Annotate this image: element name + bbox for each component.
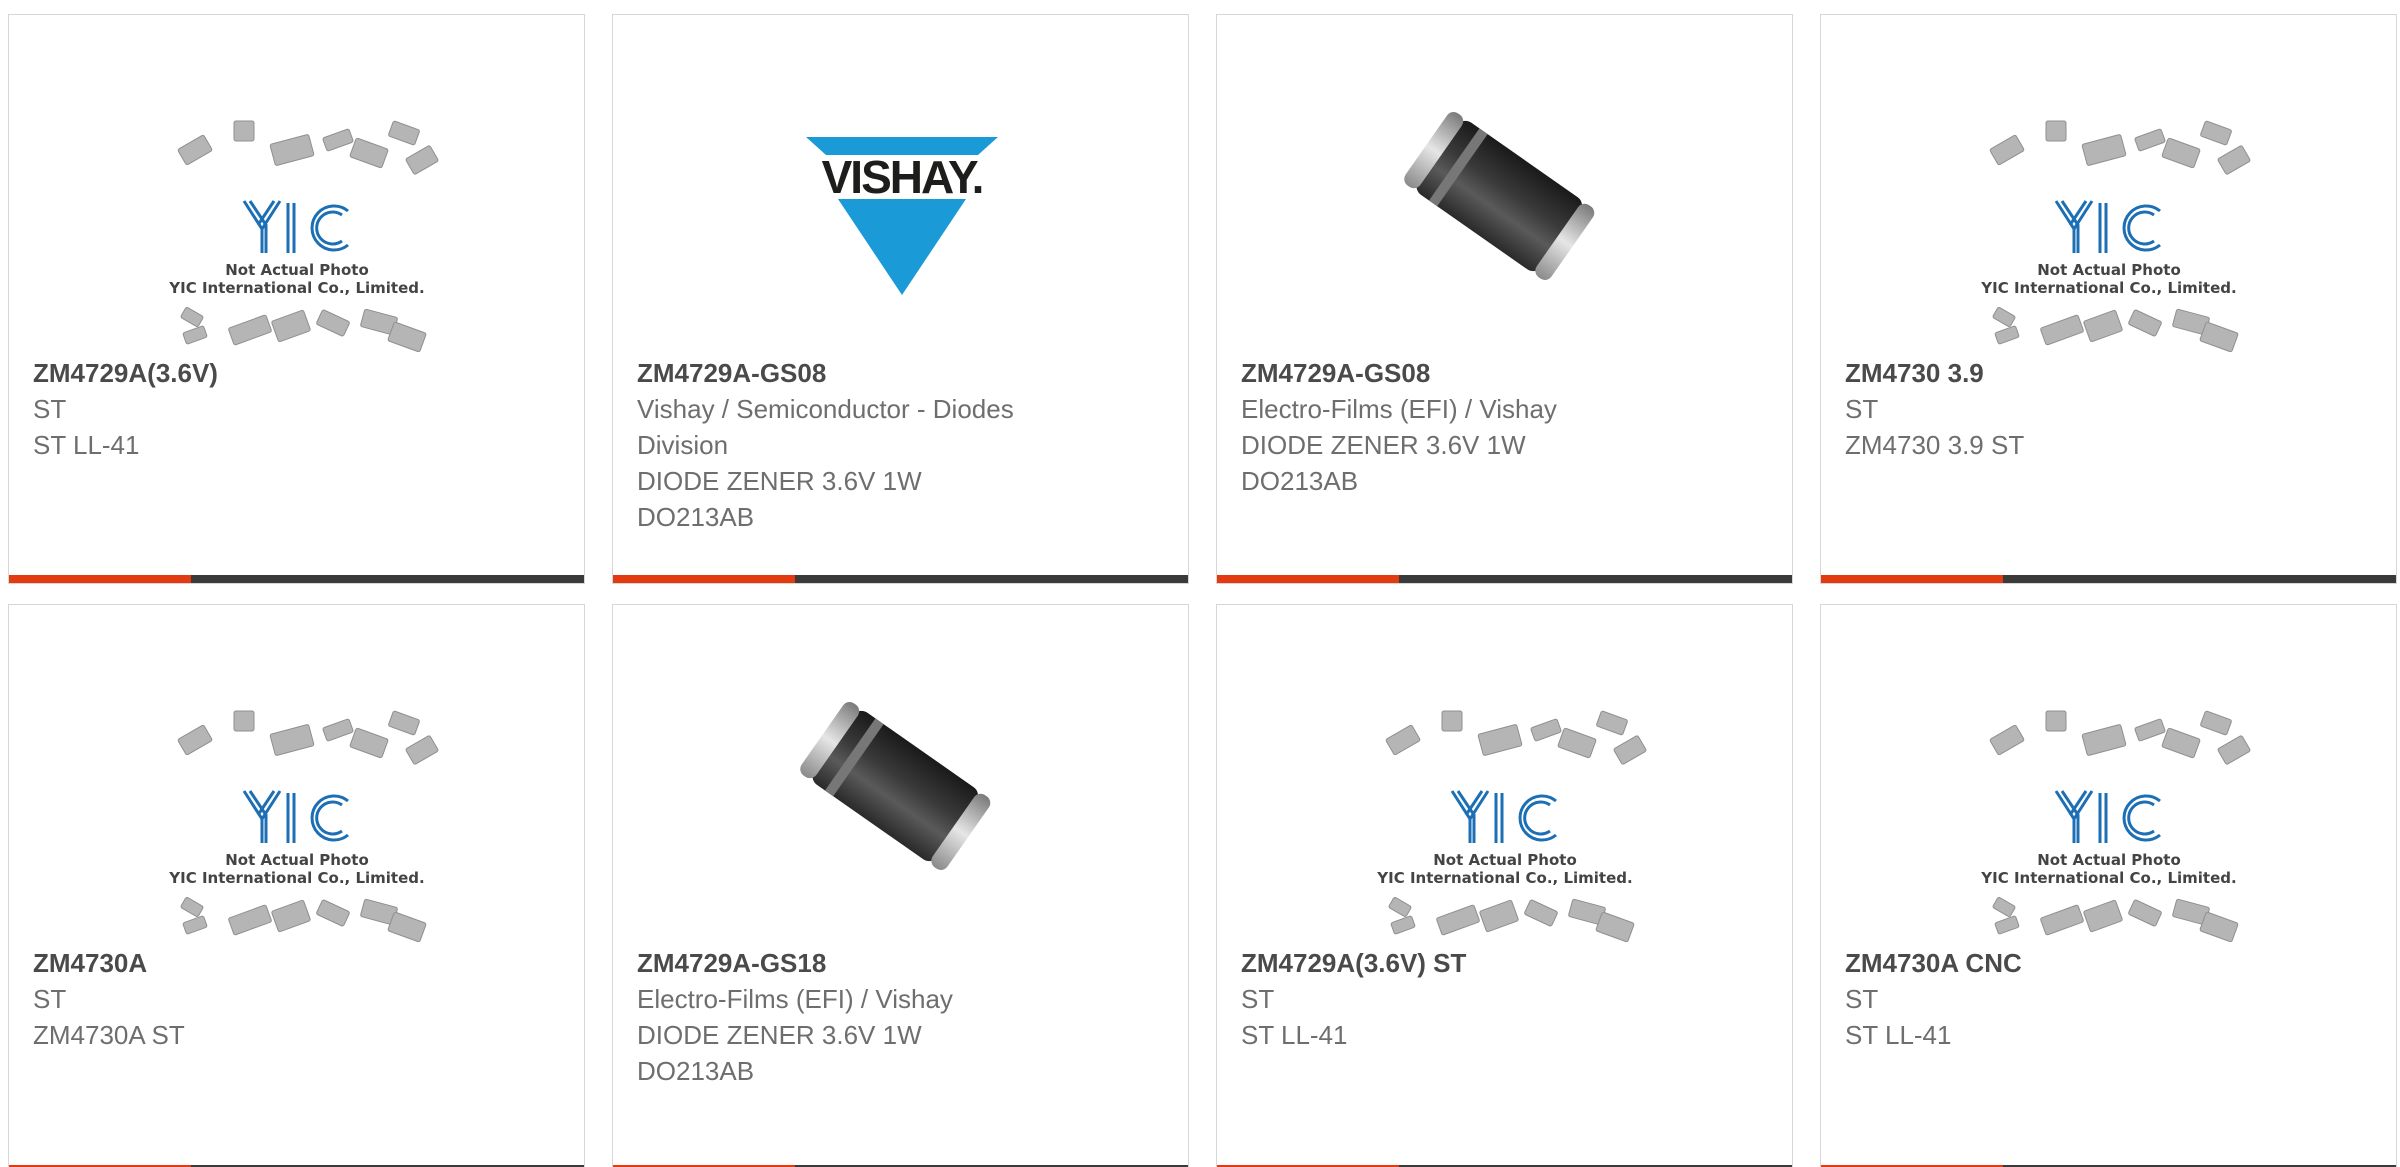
diode-photo-image <box>799 702 990 870</box>
manufacturer-text: Electro-Films (EFI) / Vishay <box>1241 394 1557 424</box>
card-bottom-bar <box>1821 575 2396 583</box>
description-text: DIODE ZENER 3.6V 1W <box>637 466 922 496</box>
manufacturer-text: Vishay / Semiconductor - Diodes <box>637 394 1014 424</box>
product-info: ZM4729A-GS08 Electro-Films (EFI) / Vishay… <box>1241 355 1772 499</box>
chip-illustration <box>1385 710 1646 765</box>
vishay-logo-image: VISHAY. <box>805 137 998 295</box>
part-number-link[interactable]: ZM4729A(3.6V) <box>33 355 564 391</box>
part-number-link[interactable]: ZM4730 3.9 <box>1845 355 2376 391</box>
card-accent-bar <box>1821 575 2003 583</box>
card-bottom-bar <box>9 575 584 583</box>
product-card[interactable]: ZM4729A-GS18 Electro-Films (EFI) / Vishay… <box>612 604 1189 1167</box>
vishay-triangle-icon <box>837 199 966 295</box>
product-image[interactable]: Not Actual Photo YIC International Co., L… <box>9 693 584 963</box>
chip-illustration <box>1992 897 2238 943</box>
chip-illustration <box>1992 307 2238 353</box>
image-caption: Not Actual Photo <box>225 851 369 869</box>
manufacturer-text: ST <box>1845 394 1879 424</box>
description-text: ZM4730 3.9 ST <box>1845 430 2025 460</box>
product-info: ZM4730A CNC ST ST LL-41 <box>1845 945 2376 1053</box>
image-caption: YIC International Co., Limited. <box>168 279 424 297</box>
part-number-link[interactable]: ZM4730A <box>33 945 564 981</box>
description-text: Division <box>637 430 729 460</box>
product-info: ZM4729A-GS18 Electro-Films (EFI) / Vishay… <box>637 945 1168 1089</box>
image-caption: YIC International Co., Limited. <box>1980 279 2236 297</box>
description-text: ZM4730A ST <box>33 1020 185 1050</box>
part-number-link[interactable]: ZM4729A-GS18 <box>637 945 1168 981</box>
yic-placeholder-image: Not Actual PhotoYIC International Co., L… <box>1980 710 2250 943</box>
manufacturer-text: ST <box>33 394 67 424</box>
manufacturer-text: ST <box>33 984 67 1014</box>
chip-illustration <box>1989 120 2250 175</box>
card-accent-bar <box>1217 575 1399 583</box>
chip-illustration <box>1388 897 1634 943</box>
part-number-link[interactable]: ZM4729A-GS08 <box>637 355 1168 391</box>
yic-logo-icon <box>242 790 349 843</box>
description-text: DIODE ZENER 3.6V 1W <box>637 1020 922 1050</box>
product-image[interactable]: Not Actual Photo YIC International Co., L… <box>1217 693 1792 963</box>
image-caption: YIC International Co., Limited. <box>1980 869 2236 887</box>
yic-logo-icon <box>2054 200 2161 253</box>
product-image[interactable] <box>613 675 1188 945</box>
image-caption: Not Actual Photo <box>225 261 369 279</box>
product-info: ZM4729A(3.6V) ST ST LL-41 <box>33 355 564 463</box>
card-bottom-bar <box>613 575 1188 583</box>
yic-placeholder-image: Not Actual PhotoYIC International Co., L… <box>168 710 438 943</box>
product-card[interactable]: Not Actual Photo YIC International Co., L… <box>1820 14 2397 584</box>
part-number-link[interactable]: ZM4729A(3.6V) ST <box>1241 945 1772 981</box>
product-card[interactable]: Not Actual Photo YIC International Co., L… <box>1216 604 1793 1167</box>
product-card[interactable]: ZM4729A-GS08 Electro-Films (EFI) / Vishay… <box>1216 14 1793 584</box>
part-number-link[interactable]: ZM4729A-GS08 <box>1241 355 1772 391</box>
card-accent-bar <box>613 575 795 583</box>
diode-photo-image <box>1403 112 1594 280</box>
product-grid: Not Actual Photo YIC International Co., L… <box>0 0 2400 1167</box>
chip-illustration <box>180 897 426 943</box>
product-info: ZM4729A-GS08 Vishay / Semiconductor - Dio… <box>637 355 1168 535</box>
description-text: DO213AB <box>637 502 755 532</box>
image-caption: Not Actual Photo <box>2037 261 2181 279</box>
manufacturer-text: ST <box>1241 984 1275 1014</box>
yic-placeholder-image: Not Actual PhotoYIC International Co., L… <box>1980 120 2250 353</box>
chip-illustration <box>177 710 438 765</box>
chip-illustration <box>177 120 438 175</box>
product-image[interactable]: Not Actual Photo YIC International Co., L… <box>1821 103 2396 373</box>
yic-logo-icon <box>2054 790 2161 843</box>
image-caption: YIC International Co., Limited. <box>168 869 424 887</box>
description-text: ST LL-41 <box>1241 1020 1348 1050</box>
product-info: ZM4729A(3.6V) ST ST ST LL-41 <box>1241 945 1772 1053</box>
product-card[interactable]: VISHAY. ZM4729A-GS08 Vishay / Semiconducto… <box>612 14 1189 584</box>
vishay-logo-text: VISHAY. <box>821 151 982 203</box>
yic-logo-icon <box>242 200 349 253</box>
image-caption: Not Actual Photo <box>1433 851 1577 869</box>
product-image[interactable]: Not Actual Photo YIC International Co., L… <box>9 103 584 373</box>
chip-illustration <box>180 307 426 353</box>
product-card[interactable]: Not Actual Photo YIC International Co., L… <box>8 14 585 584</box>
product-info: ZM4730A ST ZM4730A ST <box>33 945 564 1053</box>
yic-placeholder-image: Not Actual PhotoYIC International Co., L… <box>168 120 438 353</box>
description-text: ST LL-41 <box>33 430 140 460</box>
card-bottom-bar <box>1217 575 1792 583</box>
product-image[interactable] <box>1217 85 1792 355</box>
image-caption: Not Actual Photo <box>2037 851 2181 869</box>
description-text: DO213AB <box>637 1056 755 1086</box>
description-text: DO213AB <box>1241 466 1359 496</box>
image-caption: YIC International Co., Limited. <box>1376 869 1632 887</box>
product-card[interactable]: Not Actual Photo YIC International Co., L… <box>1820 604 2397 1167</box>
card-accent-bar <box>9 575 191 583</box>
manufacturer-text: Electro-Films (EFI) / Vishay <box>637 984 953 1014</box>
manufacturer-text: ST <box>1845 984 1879 1014</box>
chip-illustration <box>1989 710 2250 765</box>
part-number-link[interactable]: ZM4730A CNC <box>1845 945 2376 981</box>
yic-placeholder-image: Not Actual PhotoYIC International Co., L… <box>1376 710 1646 943</box>
description-text: ST LL-41 <box>1845 1020 1952 1050</box>
product-card[interactable]: Not Actual Photo YIC International Co., L… <box>8 604 585 1167</box>
product-image[interactable]: VISHAY. <box>613 95 1188 365</box>
product-info: ZM4730 3.9 ST ZM4730 3.9 ST <box>1845 355 2376 463</box>
product-image[interactable]: Not Actual Photo YIC International Co., L… <box>1821 693 2396 963</box>
yic-logo-icon <box>1450 790 1557 843</box>
description-text: DIODE ZENER 3.6V 1W <box>1241 430 1526 460</box>
